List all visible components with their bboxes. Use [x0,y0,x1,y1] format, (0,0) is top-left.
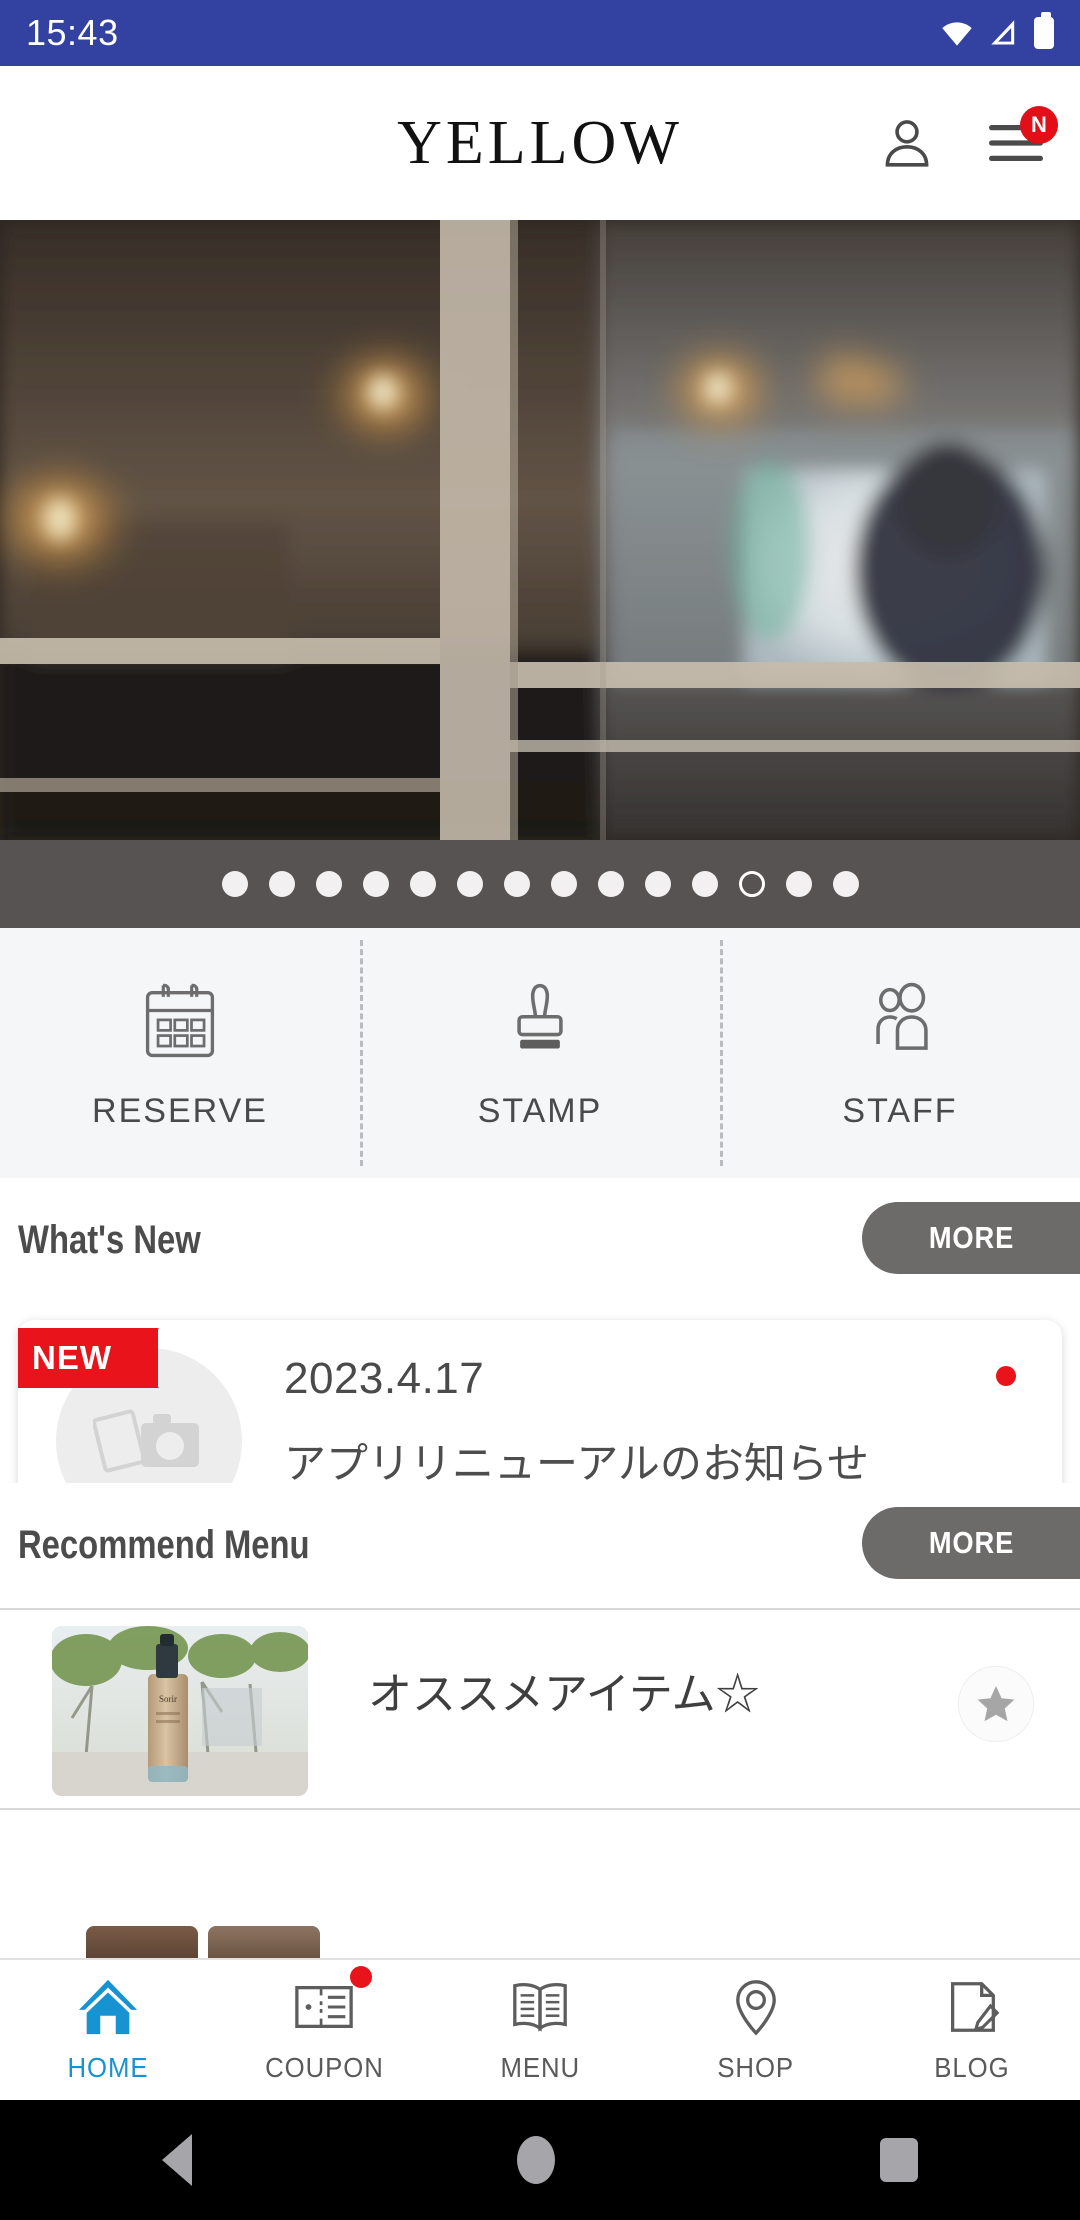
star-icon [977,1685,1015,1722]
quick-action-label: RESERVE [92,1091,268,1130]
stamp-icon [517,983,563,1049]
quick-actions: RESERVE STAMP STAFF [0,928,1080,1178]
account-button[interactable] [874,110,940,176]
recommend-item-title: オススメアイテム☆ [368,1670,760,1719]
recents-square-icon[interactable] [879,2138,918,2182]
recommend-item-thumbnail: Sorir [52,1626,308,1796]
cellular-signal-icon [991,20,1015,45]
android-navigation-bar [0,2100,1080,2220]
status-icons [940,12,1054,49]
news-title: アプリリニューアルのお知らせ [284,1440,870,1487]
wifi-icon [942,22,972,46]
people-icon [876,982,928,1050]
svg-text:Sorir: Sorir [159,1694,177,1704]
menu-button[interactable]: N [984,106,1058,176]
back-triangle-icon[interactable] [162,2134,193,2186]
carousel-dot[interactable] [268,871,295,897]
nav-label: SHOP [717,2052,795,2083]
hero-carousel[interactable] [0,220,1080,840]
list-item-thumbnail [208,1926,320,1958]
nav-item-menu[interactable]: MENU [432,1960,648,2100]
home-circle-icon[interactable] [516,2136,555,2184]
carousel-dot[interactable] [456,871,483,897]
nav-label: COUPON [264,2052,384,2083]
quick-action-label: STAMP [477,1091,603,1130]
recommend-menu-more-button[interactable]: MORE [862,1507,1080,1579]
person-icon [885,120,929,167]
carousel-dot[interactable] [221,871,248,897]
quick-action-label: STAFF [842,1091,958,1130]
nav-label: BLOG [934,2052,1010,2083]
quick-action-reserve[interactable]: RESERVE [0,928,360,1178]
battery-icon [1034,12,1054,49]
more-label: MORE [928,1220,1014,1255]
recommend-next-row-peek [0,1918,1080,1958]
quick-action-stamp[interactable]: STAMP [360,928,720,1178]
nav-item-coupon[interactable]: COUPON [216,1960,432,2100]
calendar-icon [145,983,215,1057]
coupon-badge-dot [349,1966,372,1988]
carousel-indicators[interactable] [0,840,1080,928]
list-item-thumbnail [86,1926,198,1958]
carousel-dot[interactable] [644,871,671,897]
whats-new-more-button[interactable]: MORE [862,1202,1080,1274]
carousel-dot[interactable] [315,871,342,897]
new-badge: NEW [18,1328,159,1388]
header-actions: N [874,106,1058,176]
recommend-item-row[interactable]: Sorir オススメアイテム☆ [0,1608,1080,1810]
news-unread-dot [996,1366,1016,1386]
carousel-dot[interactable] [550,871,577,897]
nav-item-home[interactable]: HOME [0,1960,216,2100]
nav-label: HOME [67,2052,149,2083]
section-title: What's New [18,1218,201,1262]
product-photo: Sorir [52,1626,308,1796]
whats-new-header: What's New MORE [0,1178,1080,1303]
nav-item-blog[interactable]: BLOG [864,1960,1080,2100]
bottom-navigation: HOME COUPON MENU SHOP BLOG [0,1958,1080,2100]
photo-placeholder-icon [93,1409,199,1473]
coupon-icon [295,1985,353,2029]
book-icon [513,1982,567,2032]
more-label: MORE [928,1525,1014,1560]
section-title: Recommend Menu [18,1523,310,1567]
carousel-dot[interactable] [597,871,624,897]
new-badge-label: NEW [32,1339,112,1376]
status-time: 15:43 [26,12,119,53]
news-date: 2023.4.17 [284,1354,485,1403]
map-pin-icon [736,1980,776,2036]
carousel-dot[interactable] [409,871,436,897]
menu-notification-badge: N [1020,106,1058,144]
home-icon [78,1979,138,2035]
carousel-dot[interactable] [785,871,812,897]
carousel-dot-active[interactable] [738,871,765,897]
carousel-dot[interactable] [691,871,718,897]
carousel-dot[interactable] [362,871,389,897]
app-header: YELLOW N [0,66,1080,220]
carousel-dot[interactable] [832,871,859,897]
recommend-item-favorite-button[interactable] [958,1666,1034,1742]
recommend-menu-header: Recommend Menu MORE [0,1483,1080,1608]
document-pencil-icon [950,1982,1000,2032]
nav-item-shop[interactable]: SHOP [648,1960,864,2100]
quick-action-staff[interactable]: STAFF [720,928,1080,1178]
nav-label: MENU [500,2052,580,2083]
hero-image [0,220,1080,840]
news-body: 2023.4.17 アプリリニューアルのお知らせ [284,1354,992,1491]
carousel-dot[interactable] [503,871,530,897]
status-bar: 15:43 [0,0,1080,66]
app-screen: 15:43 YELLOW N RESERVE STAMP STAFF What'… [0,0,1080,2220]
